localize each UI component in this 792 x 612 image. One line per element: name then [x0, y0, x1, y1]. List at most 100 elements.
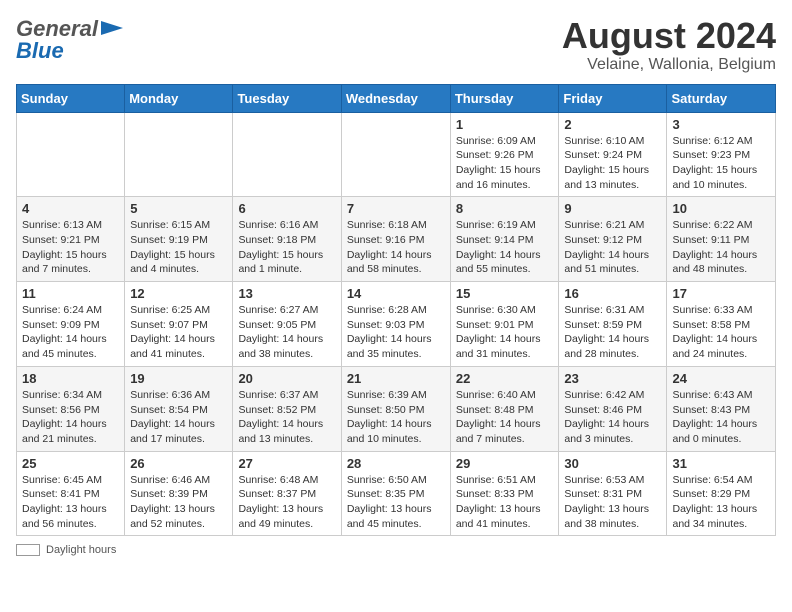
calendar-cell: 31Sunrise: 6:54 AMSunset: 8:29 PMDayligh… [667, 451, 776, 536]
calendar-cell: 4 Sunrise: 6:13 AMSunset: 9:21 PMDaylight… [17, 197, 125, 282]
day-info: Sunrise: 6:53 AMSunset: 8:31 PMDaylight:… [564, 473, 661, 532]
day-info: Sunrise: 6:42 AMSunset: 8:46 PMDaylight:… [564, 388, 661, 447]
calendar-cell [341, 112, 450, 197]
calendar-cell: 29 Sunrise: 6:51 AMSunset: 8:33 PMDayligh… [450, 451, 559, 536]
header: General Blue August 2024 Velaine, Wallon… [16, 16, 776, 74]
calendar-header-monday: Monday [125, 84, 233, 112]
logo-blue: Blue [16, 38, 64, 63]
day-number: 22 [456, 371, 554, 386]
calendar-footer: Daylight hours [16, 544, 776, 556]
calendar-week-row: 4 Sunrise: 6:13 AMSunset: 9:21 PMDaylight… [17, 197, 776, 282]
calendar-cell: 30 Sunrise: 6:53 AMSunset: 8:31 PMDayligh… [559, 451, 667, 536]
calendar-header-thursday: Thursday [450, 84, 559, 112]
calendar-cell: 9 Sunrise: 6:21 AMSunset: 9:12 PMDaylight… [559, 197, 667, 282]
day-number: 12 [130, 286, 227, 301]
calendar-cell: 17Sunrise: 6:33 AMSunset: 8:58 PMDayligh… [667, 282, 776, 367]
day-info: Sunrise: 6:24 AMSunset: 9:09 PMDaylight:… [22, 303, 119, 362]
day-info: Sunrise: 6:43 AMSunset: 8:43 PMDaylight:… [672, 388, 770, 447]
day-info: Sunrise: 6:50 AMSunset: 8:35 PMDaylight:… [347, 473, 445, 532]
day-info: Sunrise: 6:51 AMSunset: 8:33 PMDaylight:… [456, 473, 554, 532]
calendar-cell: 26Sunrise: 6:46 AMSunset: 8:39 PMDayligh… [125, 451, 233, 536]
day-number: 8 [456, 201, 554, 216]
calendar-week-row: 11 Sunrise: 6:24 AMSunset: 9:09 PMDayligh… [17, 282, 776, 367]
calendar-header-sunday: Sunday [17, 84, 125, 112]
calendar-cell: 3 Sunrise: 6:12 AMSunset: 9:23 PMDaylight… [667, 112, 776, 197]
calendar-header-row: SundayMondayTuesdayWednesdayThursdayFrid… [17, 84, 776, 112]
day-info: Sunrise: 6:48 AMSunset: 8:37 PMDaylight:… [238, 473, 335, 532]
day-info: Sunrise: 6:25 AMSunset: 9:07 PMDaylight:… [130, 303, 227, 362]
calendar-cell [125, 112, 233, 197]
calendar-cell: 7 Sunrise: 6:18 AMSunset: 9:16 PMDaylight… [341, 197, 450, 282]
day-info: Sunrise: 6:13 AMSunset: 9:21 PMDaylight:… [22, 218, 119, 277]
day-info: Sunrise: 6:39 AMSunset: 8:50 PMDaylight:… [347, 388, 445, 447]
day-number: 6 [238, 201, 335, 216]
calendar-cell: 16 Sunrise: 6:31 AMSunset: 8:59 PMDayligh… [559, 282, 667, 367]
day-number: 1 [456, 117, 554, 132]
day-info: Sunrise: 6:36 AMSunset: 8:54 PMDaylight:… [130, 388, 227, 447]
calendar-cell: 19 Sunrise: 6:36 AMSunset: 8:54 PMDayligh… [125, 366, 233, 451]
day-number: 19 [130, 371, 227, 386]
day-info: Sunrise: 6:21 AMSunset: 9:12 PMDaylight:… [564, 218, 661, 277]
day-number: 21 [347, 371, 445, 386]
day-info: Sunrise: 6:34 AMSunset: 8:56 PMDaylight:… [22, 388, 119, 447]
calendar-cell: 22 Sunrise: 6:40 AMSunset: 8:48 PMDayligh… [450, 366, 559, 451]
day-info: Sunrise: 6:12 AMSunset: 9:23 PMDaylight:… [672, 134, 770, 193]
calendar-week-row: 25 Sunrise: 6:45 AMSunset: 8:41 PMDayligh… [17, 451, 776, 536]
day-number: 4 [22, 201, 119, 216]
calendar-week-row: 1 Sunrise: 6:09 AMSunset: 9:26 PMDaylight… [17, 112, 776, 197]
calendar-cell: 1 Sunrise: 6:09 AMSunset: 9:26 PMDaylight… [450, 112, 559, 197]
calendar-cell: 6 Sunrise: 6:16 AMSunset: 9:18 PMDaylight… [233, 197, 341, 282]
day-number: 5 [130, 201, 227, 216]
day-info: Sunrise: 6:33 AMSunset: 8:58 PMDaylight:… [672, 303, 770, 362]
day-info: Sunrise: 6:40 AMSunset: 8:48 PMDaylight:… [456, 388, 554, 447]
day-info: Sunrise: 6:30 AMSunset: 9:01 PMDaylight:… [456, 303, 554, 362]
calendar-cell: 14 Sunrise: 6:28 AMSunset: 9:03 PMDayligh… [341, 282, 450, 367]
day-info: Sunrise: 6:27 AMSunset: 9:05 PMDaylight:… [238, 303, 335, 362]
day-number: 7 [347, 201, 445, 216]
day-number: 13 [238, 286, 335, 301]
day-number: 14 [347, 286, 445, 301]
day-number: 15 [456, 286, 554, 301]
calendar-cell: 2Sunrise: 6:10 AMSunset: 9:24 PMDaylight… [559, 112, 667, 197]
calendar-header-wednesday: Wednesday [341, 84, 450, 112]
day-number: 29 [456, 456, 554, 471]
day-number: 27 [238, 456, 335, 471]
day-number: 28 [347, 456, 445, 471]
day-info: Sunrise: 6:15 AMSunset: 9:19 PMDaylight:… [130, 218, 227, 277]
day-info: Sunrise: 6:31 AMSunset: 8:59 PMDaylight:… [564, 303, 661, 362]
day-number: 2 [564, 117, 661, 132]
calendar-cell: 12 Sunrise: 6:25 AMSunset: 9:07 PMDayligh… [125, 282, 233, 367]
calendar-cell: 20Sunrise: 6:37 AMSunset: 8:52 PMDayligh… [233, 366, 341, 451]
calendar-cell: 27 Sunrise: 6:48 AMSunset: 8:37 PMDayligh… [233, 451, 341, 536]
day-number: 10 [672, 201, 770, 216]
logo: General Blue [16, 16, 123, 64]
calendar-subtitle: Velaine, Wallonia, Belgium [562, 56, 776, 74]
day-info: Sunrise: 6:09 AMSunset: 9:26 PMDaylight:… [456, 134, 554, 193]
title-area: August 2024 Velaine, Wallonia, Belgium [562, 16, 776, 74]
calendar-cell: 21 Sunrise: 6:39 AMSunset: 8:50 PMDayligh… [341, 366, 450, 451]
day-number: 25 [22, 456, 119, 471]
calendar-title: August 2024 [562, 16, 776, 56]
calendar-week-row: 18Sunrise: 6:34 AMSunset: 8:56 PMDayligh… [17, 366, 776, 451]
day-info: Sunrise: 6:18 AMSunset: 9:16 PMDaylight:… [347, 218, 445, 277]
calendar-cell: 15 Sunrise: 6:30 AMSunset: 9:01 PMDayligh… [450, 282, 559, 367]
day-number: 9 [564, 201, 661, 216]
day-number: 30 [564, 456, 661, 471]
calendar-cell: 11 Sunrise: 6:24 AMSunset: 9:09 PMDayligh… [17, 282, 125, 367]
day-number: 20 [238, 371, 335, 386]
day-info: Sunrise: 6:45 AMSunset: 8:41 PMDaylight:… [22, 473, 119, 532]
calendar-table: SundayMondayTuesdayWednesdayThursdayFrid… [16, 84, 776, 537]
day-number: 31 [672, 456, 770, 471]
day-number: 3 [672, 117, 770, 132]
day-number: 16 [564, 286, 661, 301]
calendar-cell: 28 Sunrise: 6:50 AMSunset: 8:35 PMDayligh… [341, 451, 450, 536]
calendar-cell: 25 Sunrise: 6:45 AMSunset: 8:41 PMDayligh… [17, 451, 125, 536]
calendar-header-tuesday: Tuesday [233, 84, 341, 112]
day-info: Sunrise: 6:16 AMSunset: 9:18 PMDaylight:… [238, 218, 335, 277]
calendar-cell: 5 Sunrise: 6:15 AMSunset: 9:19 PMDaylight… [125, 197, 233, 282]
logo-arrow-icon [101, 17, 123, 39]
calendar-cell: 18Sunrise: 6:34 AMSunset: 8:56 PMDayligh… [17, 366, 125, 451]
day-number: 11 [22, 286, 119, 301]
day-info: Sunrise: 6:28 AMSunset: 9:03 PMDaylight:… [347, 303, 445, 362]
calendar-cell: 13 Sunrise: 6:27 AMSunset: 9:05 PMDayligh… [233, 282, 341, 367]
